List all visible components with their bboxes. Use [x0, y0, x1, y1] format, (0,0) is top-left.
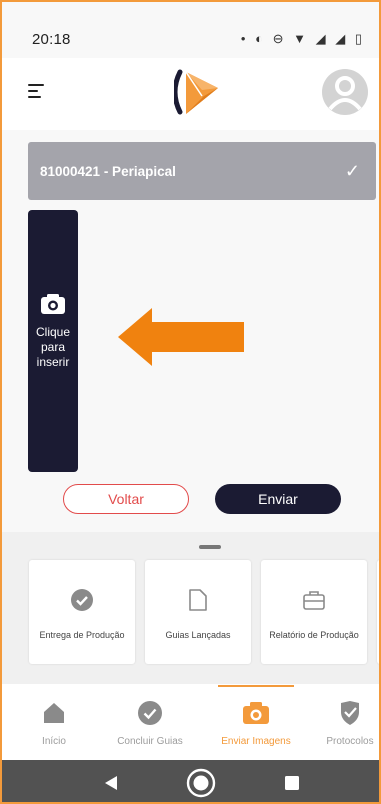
shortcut-card-guides[interactable]: Guias Lançadas — [145, 560, 251, 664]
upload-hint-line: inserir — [36, 354, 70, 369]
shortcut-label: Relatório de Produção — [269, 630, 359, 640]
shortcut-card-partial[interactable] — [377, 560, 379, 664]
nav-item-protocols[interactable]: Protocolos — [306, 688, 379, 754]
recents-icon[interactable] — [285, 776, 299, 790]
signal-icon: ◢ — [315, 31, 329, 46]
upload-hint-line: para — [40, 339, 66, 354]
nav-label: Concluir Guias — [117, 736, 183, 747]
nav-label: Enviar Imagens — [221, 736, 291, 747]
document-icon — [189, 589, 207, 611]
dnd-icon: ⊖ — [272, 31, 287, 46]
wifi-icon: ▼ — [293, 31, 309, 46]
battery-icon: ▯ — [354, 31, 365, 46]
check-circle-icon — [138, 701, 162, 725]
app-frame: 20:18 • ◐ ⊖ ▼ ◢ ◢ ▯ 81000421 - Periapica… — [0, 0, 381, 804]
shortcut-card-delivery[interactable]: Entrega de Produção — [29, 560, 135, 664]
sheet-handle[interactable] — [199, 545, 221, 549]
nav-label: Protocolos — [326, 736, 374, 747]
status-time: 20:18 — [32, 30, 71, 48]
shortcut-card-report[interactable]: Relatório de Produção — [261, 560, 367, 664]
user-avatar-icon[interactable] — [322, 69, 368, 115]
upload-hint: Clique para inserir — [28, 325, 78, 370]
notification-dot-icon: • — [240, 31, 249, 46]
system-nav-bar — [2, 760, 379, 802]
back-icon[interactable] — [104, 775, 118, 791]
hamburger-icon[interactable] — [28, 84, 44, 98]
guide-label: 81000421 - Periapical — [40, 163, 176, 179]
image-upload-slot[interactable]: Clique para inserir — [28, 210, 78, 472]
send-button[interactable]: Enviar — [215, 484, 341, 514]
brand-logo — [174, 69, 218, 115]
nav-item-send-images[interactable]: Enviar Imagens — [212, 685, 300, 754]
briefcase-icon — [303, 591, 325, 610]
home-icon — [44, 703, 64, 723]
arrow-left-icon — [118, 308, 244, 366]
status-bar: 20:18 • ◐ ⊖ ▼ ◢ ◢ ▯ — [2, 20, 379, 58]
home-circle-icon[interactable] — [185, 767, 217, 799]
shield-check-icon — [341, 701, 359, 725]
status-icons: • ◐ ⊖ ▼ ◢ ◢ ▯ — [241, 31, 365, 47]
nav-item-home[interactable]: Início — [10, 688, 98, 754]
nav-item-complete-guides[interactable]: Concluir Guias — [106, 688, 194, 754]
check-circle-icon — [71, 589, 93, 611]
shortcut-label: Guias Lançadas — [165, 630, 231, 640]
signal-icon-2: ◢ — [335, 31, 349, 46]
camera-icon — [41, 293, 65, 314]
nav-label: Início — [42, 736, 66, 747]
shortcut-label: Entrega de Produção — [39, 630, 125, 640]
camera-icon — [243, 702, 269, 724]
back-button[interactable]: Voltar — [63, 484, 189, 514]
check-icon: ✓ — [344, 160, 360, 181]
guide-selector[interactable]: 81000421 - Periapical ✓ — [28, 142, 376, 200]
vibrate-icon: ◐ — [255, 31, 266, 46]
upload-hint-line: Clique — [35, 324, 71, 339]
